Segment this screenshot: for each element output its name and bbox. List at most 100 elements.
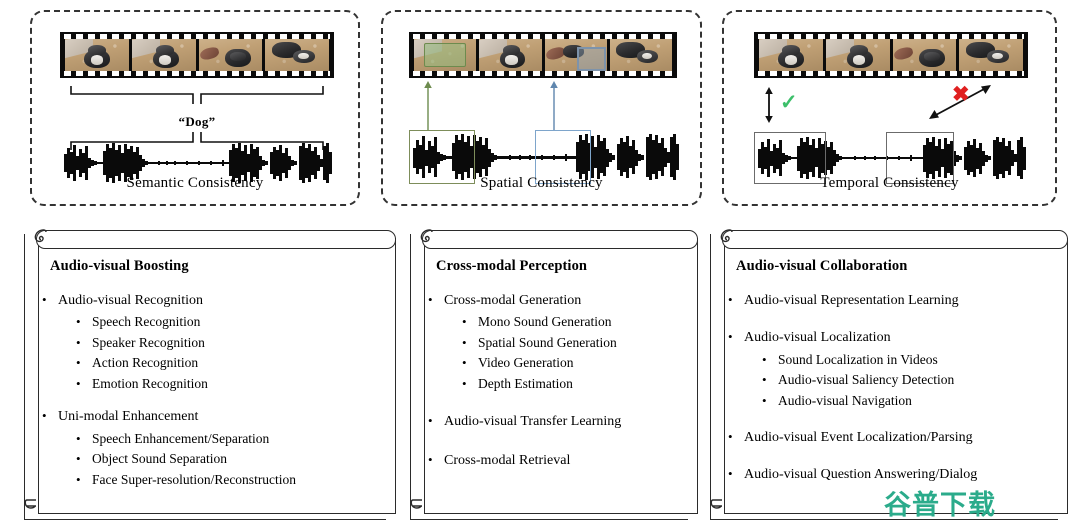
list-item: • Audio-visual Saliency Detection (762, 370, 1058, 391)
list-item: • Video Generation (462, 353, 688, 374)
scroll-content: Audio-visual Boosting • Audio-visual Reco… (24, 244, 396, 514)
film-strip-semantic (60, 32, 334, 78)
bullet-icon: • (428, 451, 433, 467)
caption-semantic-consistency: Semantic Consistency (126, 175, 264, 191)
bullet-icon: • (76, 355, 81, 371)
bullet-icon: • (42, 292, 47, 307)
card-semantic-consistency: “Dog” Semantic Consistency (30, 10, 360, 206)
film-strip-spatial (409, 32, 677, 78)
item-label[interactable]: Sound Localization in Videos (778, 350, 938, 371)
list-item: • Face Super-resolution/Reconstruction (76, 470, 386, 491)
film-frame (759, 39, 823, 71)
item-label[interactable]: Cross-modal Generation (444, 291, 581, 311)
list-item: • Speech Recognition (76, 312, 386, 333)
item-label[interactable]: Face Super-resolution/Reconstruction (92, 470, 296, 491)
scroll-curl-bottom-left-icon (410, 496, 430, 516)
item-label[interactable]: Audio-visual Navigation (778, 391, 912, 412)
bullet-icon: • (462, 334, 467, 350)
item-label[interactable]: Audio-visual Localization (744, 328, 891, 348)
scroll-curl-bottom-left-icon (24, 496, 44, 516)
bracket-video-to-label (68, 84, 326, 106)
film-strip-temporal (754, 32, 1028, 78)
bullet-icon: • (76, 375, 81, 391)
green-region-highlight (423, 43, 467, 67)
item-label[interactable]: Mono Sound Generation (478, 312, 611, 333)
bullet-icon: • (76, 314, 81, 330)
list-item: • Audio-visual Event Localization/Parsing (728, 428, 1058, 448)
scroll-curl-top-left-icon (416, 229, 438, 250)
taxonomy-sublist: • Speech Recognition • Speaker Recognition… (42, 312, 386, 394)
list-item: • Sound Localization in Videos (762, 350, 1058, 371)
panel-title: Cross-modal Perception (436, 258, 588, 274)
bullet-icon: • (728, 429, 733, 445)
watermark: 谷普下载 (884, 490, 996, 521)
list-item: • Action Recognition (76, 353, 386, 374)
scroll-panel-audio-visual-boosting: Audio-visual Boosting • Audio-visual Reco… (24, 229, 396, 520)
item-label[interactable]: Cross-modal Retrieval (444, 451, 570, 471)
list-item: • Emotion Recognition (76, 374, 386, 395)
item-label[interactable]: Object Sound Separation (92, 449, 227, 470)
item-label[interactable]: Speaker Recognition (92, 333, 205, 354)
list-item: • Spatial Sound Generation (462, 333, 688, 354)
cross-mark-icon: ✖ (952, 82, 970, 106)
scroll-roll-bar (722, 230, 1068, 249)
bullet-icon: • (76, 430, 81, 446)
taxonomy-list: • Audio-visual Representation Learning • A… (728, 291, 1058, 486)
item-label[interactable]: Audio-visual Event Localization/Parsing (744, 428, 973, 448)
list-item: • Audio-visual Representation Learning (728, 291, 1058, 311)
bullet-icon: • (762, 372, 767, 388)
item-label[interactable]: Video Generation (478, 353, 574, 374)
scroll-roll-bar (422, 230, 698, 249)
taxonomy-list: • Cross-modal Generation • Mono Sound Gene… (428, 291, 688, 471)
semantic-label-dog: “Dog” (178, 114, 216, 129)
film-frame (479, 39, 542, 71)
scroll-curl-top-left-icon (716, 229, 738, 250)
taxonomy-sublist: • Sound Localization in Videos • Audio-vis… (728, 350, 1058, 412)
bullet-icon: • (728, 292, 733, 307)
item-label[interactable]: Speech Enhancement/Separation (92, 429, 269, 450)
film-frame (198, 39, 263, 71)
blue-region-highlight (576, 47, 606, 71)
item-label[interactable]: Audio-visual Representation Learning (744, 291, 959, 311)
check-mark-icon: ✓ (780, 90, 798, 114)
item-label[interactable]: Audio-visual Saliency Detection (778, 370, 954, 391)
bullet-icon: • (462, 355, 467, 371)
item-label[interactable]: Spatial Sound Generation (478, 333, 617, 354)
list-item: • Speaker Recognition (76, 333, 386, 354)
panel-title: Audio-visual Boosting (50, 258, 189, 274)
item-label[interactable]: Speech Recognition (92, 312, 200, 333)
film-frame (265, 39, 329, 71)
film-frame (131, 39, 196, 71)
film-perforations-bottom (758, 71, 1024, 76)
film-frame-green-selected (414, 39, 477, 71)
list-item: • Audio-visual Transfer Learning (428, 412, 688, 432)
list-item: • Uni-modal Enhancement • Speech Enhanceme… (42, 407, 386, 490)
taxonomy-sublist: • Speech Enhancement/Separation • Object S… (42, 429, 386, 491)
item-label[interactable]: Depth Estimation (478, 374, 573, 395)
taxonomy-row: Audio-visual Boosting • Audio-visual Reco… (0, 216, 1080, 528)
bullet-icon: • (762, 392, 767, 408)
bullet-icon: • (462, 375, 467, 391)
film-frame (892, 39, 957, 71)
item-label[interactable]: Emotion Recognition (92, 374, 208, 395)
film-frame (609, 39, 672, 71)
item-label[interactable]: Uni-modal Enhancement (58, 407, 198, 427)
arrow-blue-audio-to-frame (547, 80, 561, 130)
scroll-curl-top-left-icon (30, 229, 52, 250)
bullet-icon: • (728, 466, 733, 482)
bullet-icon: • (42, 408, 47, 424)
list-item: • Mono Sound Generation (462, 312, 688, 333)
list-item: • Object Sound Separation (76, 449, 386, 470)
item-label[interactable]: Action Recognition (92, 353, 198, 374)
bullet-icon: • (728, 329, 733, 345)
scroll-panel-audio-visual-collaboration: Audio-visual Collaboration • Audio-visual… (710, 229, 1068, 520)
item-label[interactable]: Audio-visual Transfer Learning (444, 412, 621, 432)
scroll-content: Cross-modal Perception • Cross-modal Gene… (410, 244, 698, 514)
list-item: • Cross-modal Generation • Mono Sound Gene… (428, 291, 688, 394)
card-spatial-consistency: Spatial Consistency (381, 10, 702, 206)
bullet-icon: • (428, 292, 433, 307)
item-label[interactable]: Audio-visual Recognition (58, 291, 203, 311)
scroll-content: Audio-visual Collaboration • Audio-visual… (710, 244, 1068, 514)
list-item: • Audio-visual Navigation (762, 391, 1058, 412)
film-frame (65, 39, 129, 71)
